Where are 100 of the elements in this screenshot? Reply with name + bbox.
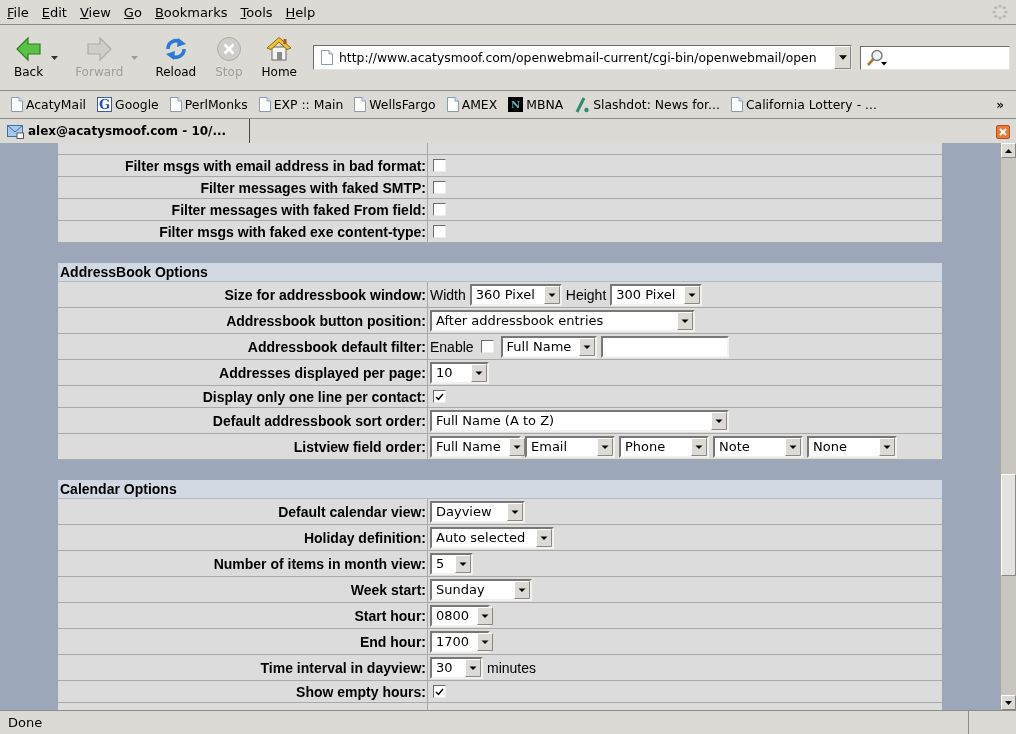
checkbox[interactable] [433, 203, 446, 216]
bookmark-item[interactable]: N MBNA [508, 97, 564, 112]
section-header: Calendar Options [58, 480, 942, 499]
page-icon [258, 97, 271, 112]
field-label: Height [565, 286, 607, 303]
dropdown[interactable]: Phone [619, 435, 709, 458]
status-text: Done [8, 715, 43, 730]
toolbar-button[interactable]: Back [9, 36, 49, 79]
setting-label: Listview field order: [293, 438, 426, 455]
down-arrow-icon [1005, 700, 1012, 705]
toolbar-button[interactable]: Home [256, 36, 302, 79]
checkbox[interactable] [480, 340, 494, 353]
history-dropdown-button[interactable] [834, 46, 851, 69]
dropdown-arrow-icon [684, 285, 701, 304]
menu-item[interactable]: Tools [240, 4, 273, 20]
right-arrow-icon [86, 36, 113, 62]
logo-tile: N [508, 97, 524, 112]
checkbox[interactable] [433, 390, 446, 403]
checkbox[interactable] [433, 225, 446, 238]
up-arrow-icon [1005, 148, 1012, 153]
dropdown[interactable]: Sunday [430, 578, 532, 601]
dropdown[interactable]: 0800 [430, 604, 490, 627]
dropdown-arrow-icon [691, 437, 707, 456]
dropdown[interactable]: Note [713, 435, 803, 458]
bookmark-item[interactable]: Slashdot: News for... [574, 96, 720, 113]
menu-item[interactable]: Bookmarks [154, 4, 228, 20]
dropdown[interactable]: After addressbook entries [430, 309, 695, 332]
left-arrow-icon [15, 36, 42, 62]
setting-label: Start hour: [354, 607, 426, 624]
setting-label: End hour: [359, 633, 426, 650]
scroll-thumb[interactable] [1001, 474, 1016, 576]
bookmark-item[interactable]: AcatyMail [11, 97, 87, 112]
close-tab-button[interactable] [996, 125, 1010, 139]
dropdown[interactable]: 300 Pixel [610, 283, 703, 306]
dropdown[interactable]: 30 [430, 656, 483, 679]
dropdown-arrow-icon [785, 437, 801, 456]
caret-icon[interactable] [51, 55, 59, 60]
dropdown[interactable]: Dayview [430, 500, 525, 523]
menu-item[interactable]: View [79, 4, 111, 20]
address-field[interactable]: http://www.acatysmoof.com/openwebmail-current/cgi-bin/openwebmail/open [312, 45, 852, 70]
bookmark-item[interactable]: AMEX [446, 97, 498, 112]
caret-icon [838, 55, 847, 60]
dropdown-arrow-icon [477, 606, 494, 625]
bookmark-item[interactable]: California Lottery - ... [730, 97, 877, 112]
setting-label: Default addressbook sort order: [212, 412, 426, 429]
search-icon [865, 48, 889, 67]
setting-label: Filter messages with faked SMTP: [200, 179, 426, 196]
checkbox[interactable] [433, 181, 446, 194]
dropdown-arrow-icon [711, 411, 727, 430]
bookmark-item[interactable]: EXP :: Main [258, 97, 344, 112]
menu-item[interactable]: File [7, 4, 29, 20]
bookmark-item[interactable]: G Google [97, 97, 159, 112]
setting-label: Addressbook default filter: [247, 338, 426, 355]
text-field[interactable] [600, 335, 729, 358]
page-icon [730, 97, 743, 112]
setting-label: Filter msgs with email address in bad format: [124, 157, 426, 174]
checkbox[interactable] [433, 159, 446, 172]
dropdown-arrow-icon [543, 285, 560, 304]
checkbox[interactable] [433, 685, 446, 698]
envelope-icon [7, 123, 24, 139]
field-label: Width [430, 286, 466, 303]
menu-item[interactable]: Edit [41, 4, 67, 20]
setting-label: Display only one line per contact: [202, 388, 426, 405]
dropdown-arrow-icon [514, 580, 530, 599]
menu-item[interactable]: Go [123, 4, 142, 20]
dropdown-arrow-icon [471, 363, 487, 382]
dropdown[interactable]: None [807, 435, 897, 458]
home-icon [266, 36, 293, 62]
chevron-button[interactable]: » [992, 97, 1008, 112]
dropdown[interactable]: Auto selected [430, 526, 554, 549]
scroll-up-button[interactable] [1001, 143, 1016, 158]
dropdown[interactable]: Full Name (A to Z) [430, 409, 729, 432]
setting-label: Addressbook button position: [226, 312, 426, 329]
page-icon [446, 97, 459, 112]
page-icon [320, 50, 333, 65]
toolbar-button[interactable]: Reload [150, 36, 202, 79]
dropdown[interactable]: 1700 [430, 630, 490, 653]
setting-label: Default calendar view: [278, 503, 426, 520]
dropdown[interactable]: Full Name [500, 335, 597, 358]
scroll-down-button[interactable] [1001, 695, 1016, 710]
dropdown-arrow-icon [507, 502, 523, 521]
bookmark-item[interactable]: WellsFargo [354, 97, 436, 112]
dropdown-arrow-icon [536, 528, 552, 547]
setting-label: Filter msgs with faked exe content-type: [159, 223, 426, 240]
checkmark-icon [435, 687, 444, 696]
setting-label: Filter messages with faked From field: [171, 201, 426, 218]
dropdown-arrow-icon [455, 554, 471, 573]
setting-label: Number of items in month view: [213, 555, 426, 572]
search-field[interactable] [860, 45, 1010, 70]
dropdown[interactable]: 10 [430, 361, 489, 384]
page-icon [354, 97, 367, 112]
dropdown[interactable]: Email [525, 435, 615, 458]
bookmark-item[interactable]: PerlMonks [169, 97, 248, 112]
setting-label: Addresses displayed per page: [219, 364, 426, 381]
menu-item[interactable]: Help [285, 4, 316, 20]
dropdown[interactable]: 5 [430, 552, 473, 575]
field-label: Enable [430, 338, 474, 355]
dropdown-arrow-icon [579, 337, 596, 356]
dropdown[interactable]: 360 Pixel [469, 283, 562, 306]
dropdown-arrow-icon [477, 632, 494, 651]
